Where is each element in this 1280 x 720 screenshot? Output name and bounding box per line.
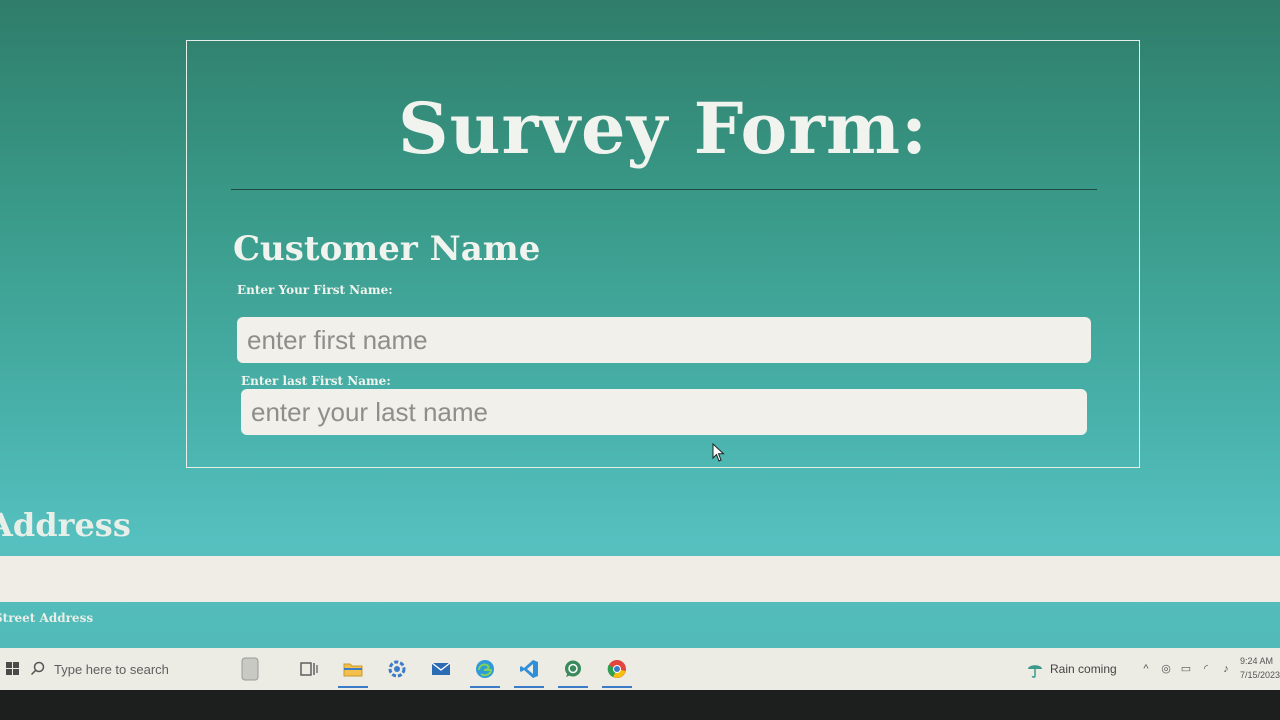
edge-icon[interactable]	[474, 658, 496, 680]
address-input[interactable]	[0, 556, 1280, 602]
mouse-cursor-icon	[712, 443, 725, 462]
street-address-label: Street Address	[0, 611, 94, 625]
taskbar: Type here to search Rain coming ^ ◎ ▭ ◜ …	[0, 648, 1280, 690]
first-name-label: Enter Your First Name:	[237, 283, 393, 297]
umbrella-icon	[1028, 665, 1042, 678]
mail-icon[interactable]	[430, 658, 452, 680]
search-icon	[30, 661, 45, 676]
whatsapp-active-indicator	[558, 686, 588, 688]
file-explorer-active-indicator	[338, 686, 368, 688]
wifi-icon[interactable]: ◜	[1199, 662, 1213, 676]
taskbar-search[interactable]: Type here to search	[30, 652, 226, 686]
last-name-label: Enter last First Name:	[241, 374, 391, 388]
search-placeholder: Type here to search	[54, 661, 169, 677]
settings-icon[interactable]	[386, 658, 408, 680]
battery-icon[interactable]: ▭	[1179, 662, 1193, 676]
clock[interactable]: 9:24 AM 7/15/2023	[1240, 654, 1280, 682]
survey-form: Survey Form: Customer Name Enter Your Fi…	[186, 40, 1140, 468]
customer-name-heading: Customer Name	[233, 229, 541, 269]
vscode-active-indicator	[514, 686, 544, 688]
monitor-bezel	[0, 690, 1280, 720]
onedrive-icon[interactable]: ◎	[1159, 662, 1173, 676]
title-divider	[231, 189, 1097, 190]
whatsapp-icon[interactable]	[562, 658, 584, 680]
edge-active-indicator	[470, 686, 500, 688]
windows-start-icon[interactable]	[2, 658, 24, 680]
task-view-icon[interactable]	[298, 658, 320, 680]
chrome-active-indicator	[602, 686, 632, 688]
cortana-icon[interactable]	[240, 656, 260, 682]
clock-time: 9:24 AM	[1240, 656, 1274, 666]
weather-widget[interactable]: Rain coming	[1026, 660, 1117, 678]
last-name-input[interactable]	[241, 389, 1087, 435]
chrome-icon[interactable]	[606, 658, 628, 680]
first-name-input[interactable]	[237, 317, 1091, 363]
weather-text: Rain coming	[1050, 662, 1117, 676]
vscode-icon[interactable]	[518, 658, 540, 680]
clock-date: 7/15/2023	[1240, 670, 1280, 680]
volume-icon[interactable]: ♪	[1219, 662, 1233, 676]
address-heading: Address	[0, 506, 131, 544]
page-title: Survey Form:	[398, 87, 928, 170]
chevron-up-icon[interactable]: ^	[1139, 662, 1153, 676]
file-explorer-icon[interactable]	[342, 658, 364, 680]
